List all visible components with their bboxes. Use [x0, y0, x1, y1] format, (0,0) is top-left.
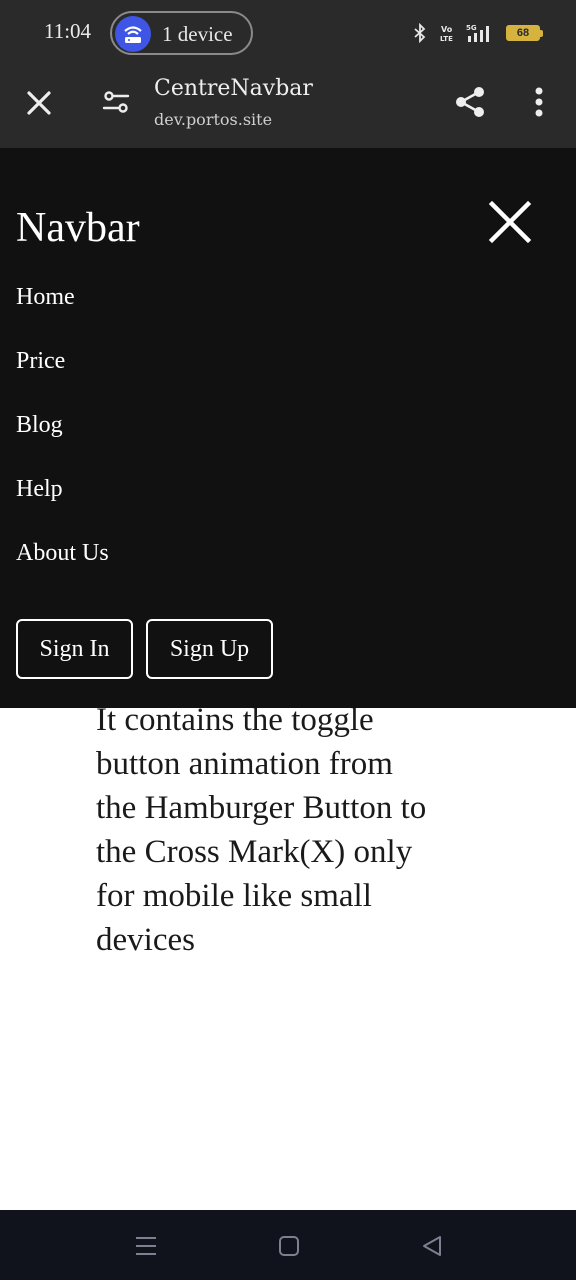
menu-close-icon[interactable] [484, 196, 536, 248]
battery-icon: 68 [506, 25, 543, 41]
nav-link-home[interactable]: Home [16, 284, 75, 311]
navbar-menu: Navbar Home Price Blog Help About Us Sig… [0, 148, 576, 708]
close-icon[interactable] [22, 86, 56, 120]
nav-link-help[interactable]: Help [16, 476, 63, 503]
description-line: button animation from [96, 746, 393, 782]
hotspot-chip[interactable]: 1 device [110, 11, 253, 55]
volte-icon: Vo LTE [440, 25, 453, 43]
navbar-brand[interactable]: Navbar [16, 204, 140, 252]
description-line: the Hamburger Button to [96, 790, 427, 826]
hotspot-icon [115, 16, 151, 52]
system-navigation-bar [0, 1210, 576, 1280]
nav-link-blog[interactable]: Blog [16, 412, 63, 439]
back-icon[interactable] [418, 1232, 446, 1260]
home-icon[interactable] [275, 1232, 303, 1260]
nav-link-price[interactable]: Price [16, 348, 65, 375]
site-settings-icon[interactable] [100, 86, 132, 118]
more-vert-icon[interactable] [526, 84, 552, 120]
svg-text:Vo: Vo [441, 25, 453, 34]
svg-text:LTE: LTE [440, 35, 453, 43]
description-text: It contains the toggle button animation … [96, 698, 516, 962]
status-bar: 11:04 1 device Vo LTE 5G 68 [0, 0, 576, 66]
page-url: dev.portos.site [154, 110, 273, 129]
description-line: devices [96, 922, 195, 958]
recents-icon[interactable] [132, 1232, 160, 1260]
nav-link-about-us[interactable]: About Us [16, 540, 109, 567]
5g-signal-icon: 5G [466, 24, 489, 42]
share-icon[interactable] [452, 84, 488, 120]
svg-text:5G: 5G [466, 24, 477, 32]
sign-up-button[interactable]: Sign Up [146, 619, 273, 679]
sign-in-button[interactable]: Sign In [16, 619, 133, 679]
status-time: 11:04 [44, 19, 92, 43]
status-icons: Vo LTE 5G 68 [410, 22, 543, 44]
description-line: for mobile like small [96, 878, 372, 914]
custom-tab-toolbar: CentreNavbar dev.portos.site [0, 66, 576, 148]
description-line: the Cross Mark(X) only [96, 834, 413, 870]
page-title: CentreNavbar [154, 76, 313, 101]
bluetooth-icon [414, 23, 426, 43]
hotspot-label: 1 device [162, 22, 233, 46]
